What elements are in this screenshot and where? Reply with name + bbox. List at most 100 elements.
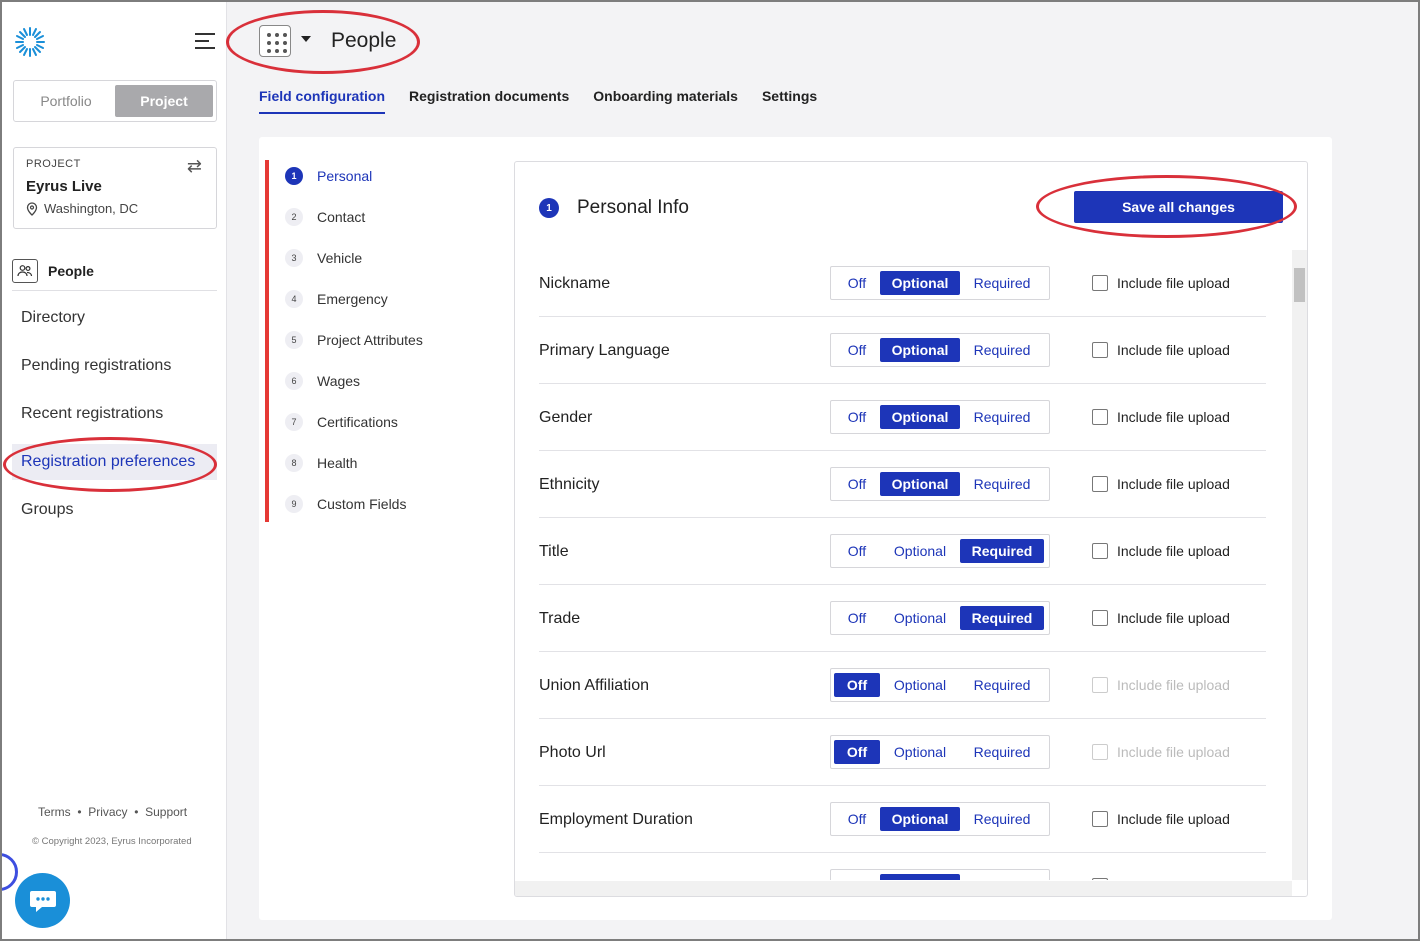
required-option[interactable]: Required xyxy=(960,740,1044,764)
project-toggle-button[interactable]: Project xyxy=(115,85,213,117)
checkbox-box[interactable] xyxy=(1092,275,1108,291)
checkbox-box[interactable] xyxy=(1092,476,1108,492)
optional-option[interactable]: Optional xyxy=(880,606,960,630)
switch-project-icon[interactable]: ⇄ xyxy=(187,156,202,177)
portfolio-toggle-button[interactable]: Portfolio xyxy=(17,85,115,117)
tab-settings[interactable]: Settings xyxy=(762,88,817,114)
step-custom-fields[interactable]: 9 Custom Fields xyxy=(285,495,406,513)
optional-option[interactable]: Optional xyxy=(880,807,960,831)
step-vehicle[interactable]: 3 Vehicle xyxy=(285,249,362,267)
optional-option[interactable]: Optional xyxy=(880,405,960,429)
field-row: Primary Language Off Optional Required Inclu… xyxy=(539,317,1266,384)
field-requirement-toggle: OffOptionalRequired xyxy=(830,601,1050,635)
include-file-upload-checkbox[interactable]: Include file upload xyxy=(1092,744,1230,760)
menu-toggle-icon[interactable] xyxy=(195,33,217,51)
include-file-upload-checkbox[interactable]: Include file upload xyxy=(1092,610,1230,626)
field-row: Union Affiliation Off Optional Required Incl… xyxy=(539,652,1266,719)
include-file-upload-checkbox[interactable]: Include file upload xyxy=(1092,275,1230,291)
off-option[interactable]: Off xyxy=(834,472,880,496)
privacy-link[interactable]: Privacy xyxy=(88,805,127,819)
step-certifications[interactable]: 7 Certifications xyxy=(285,413,398,431)
required-option[interactable]: Required xyxy=(960,874,1044,880)
tab-bar: Field configuration Registration documen… xyxy=(259,88,817,114)
required-option[interactable]: Required xyxy=(960,539,1044,563)
checkbox-box[interactable] xyxy=(1092,878,1108,880)
include-file-upload-checkbox[interactable]: Include file upload xyxy=(1092,342,1230,358)
optional-option[interactable]: Optional xyxy=(880,740,960,764)
checkbox-box[interactable] xyxy=(1092,543,1108,559)
required-option[interactable]: Required xyxy=(960,606,1044,630)
include-file-upload-checkbox[interactable]: Include file upload xyxy=(1092,409,1230,425)
sidebar-item-groups[interactable]: Groups xyxy=(12,492,217,528)
section-stepper: 1 Personal 2 Contact 3 Vehicle 4 Emergency 5… xyxy=(265,160,465,522)
include-file-upload-label: Include file upload xyxy=(1117,744,1230,760)
field-label: Ethnicity xyxy=(539,476,600,493)
optional-option[interactable]: Optional xyxy=(880,338,960,362)
include-file-upload-checkbox[interactable]: Include file upload xyxy=(1092,543,1230,559)
field-row: Ethnicity Off Optional Required Include file… xyxy=(539,451,1266,518)
tab-registration-documents[interactable]: Registration documents xyxy=(409,88,569,114)
step-wages[interactable]: 6 Wages xyxy=(285,372,360,390)
required-option[interactable]: Required xyxy=(960,807,1044,831)
optional-option[interactable]: Optional xyxy=(880,539,960,563)
include-file-upload-label: Include file upload xyxy=(1117,677,1230,693)
step-emergency[interactable]: 4 Emergency xyxy=(285,290,388,308)
field-label: Employment Duration xyxy=(539,811,693,828)
step-number: 5 xyxy=(285,331,303,349)
save-all-changes-button[interactable]: Save all changes xyxy=(1074,191,1283,223)
required-option[interactable]: Required xyxy=(960,338,1044,362)
step-personal[interactable]: 1 Personal xyxy=(285,167,372,185)
field-requirement-toggle: OffOptionalRequired xyxy=(830,400,1050,434)
off-option[interactable]: Off xyxy=(834,539,880,563)
support-link[interactable]: Support xyxy=(145,805,187,819)
checkbox-box[interactable] xyxy=(1092,677,1108,693)
checkbox-box[interactable] xyxy=(1092,744,1108,760)
sidebar-item-recent-registrations[interactable]: Recent registrations xyxy=(12,396,217,432)
step-health[interactable]: 8 Health xyxy=(285,454,357,472)
field-requirement-toggle: OffOptionalRequired xyxy=(830,735,1050,769)
scrollbar-thumb[interactable] xyxy=(1294,268,1305,302)
include-file-upload-checkbox[interactable]: Include file upload xyxy=(1092,476,1230,492)
page-title: People xyxy=(331,29,397,52)
required-option[interactable]: Required xyxy=(960,405,1044,429)
required-option[interactable]: Required xyxy=(960,673,1044,697)
tab-field-configuration[interactable]: Field configuration xyxy=(259,88,385,114)
required-option[interactable]: Required xyxy=(960,472,1044,496)
off-option[interactable]: Off xyxy=(834,740,880,764)
step-contact[interactable]: 2 Contact xyxy=(285,208,365,226)
required-option[interactable]: Required xyxy=(960,271,1044,295)
include-file-upload-checkbox[interactable]: Include file upload xyxy=(1092,878,1230,880)
off-option[interactable]: Off xyxy=(834,606,880,630)
optional-option[interactable]: Optional xyxy=(880,271,960,295)
vertical-scrollbar[interactable] xyxy=(1292,250,1307,880)
include-file-upload-checkbox[interactable]: Include file upload xyxy=(1092,811,1230,827)
eyrus-logo-icon[interactable] xyxy=(12,24,48,60)
optional-option[interactable]: Optional xyxy=(880,673,960,697)
sidebar-item-directory[interactable]: Directory xyxy=(12,300,217,336)
off-option[interactable]: Off xyxy=(834,874,880,880)
checkbox-box[interactable] xyxy=(1092,409,1108,425)
checkbox-box[interactable] xyxy=(1092,342,1108,358)
checkbox-box[interactable] xyxy=(1092,811,1108,827)
optional-option[interactable]: Optional xyxy=(880,874,960,880)
off-option[interactable]: Off xyxy=(834,405,880,429)
checkbox-box[interactable] xyxy=(1092,610,1108,626)
app-switcher-icon[interactable] xyxy=(259,25,291,57)
step-label: Personal xyxy=(317,168,373,184)
off-option[interactable]: Off xyxy=(834,673,880,697)
step-project-attributes[interactable]: 5 Project Attributes xyxy=(285,331,423,349)
off-option[interactable]: Off xyxy=(834,271,880,295)
optional-option[interactable]: Optional xyxy=(880,472,960,496)
chat-icon[interactable] xyxy=(15,873,70,928)
field-requirement-toggle: OffOptionalRequired xyxy=(830,534,1050,568)
sidebar-item-registration-preferences[interactable]: Registration preferences xyxy=(12,444,217,480)
include-file-upload-checkbox[interactable]: Include file upload xyxy=(1092,677,1230,693)
tab-onboarding-materials[interactable]: Onboarding materials xyxy=(593,88,738,114)
terms-link[interactable]: Terms xyxy=(38,805,71,819)
sidebar-item-pending-registrations[interactable]: Pending registrations xyxy=(12,348,217,384)
caret-down-icon[interactable] xyxy=(301,36,311,42)
horizontal-scrollbar[interactable] xyxy=(515,881,1292,896)
off-option[interactable]: Off xyxy=(834,807,880,831)
people-icon xyxy=(12,258,38,283)
off-option[interactable]: Off xyxy=(834,338,880,362)
